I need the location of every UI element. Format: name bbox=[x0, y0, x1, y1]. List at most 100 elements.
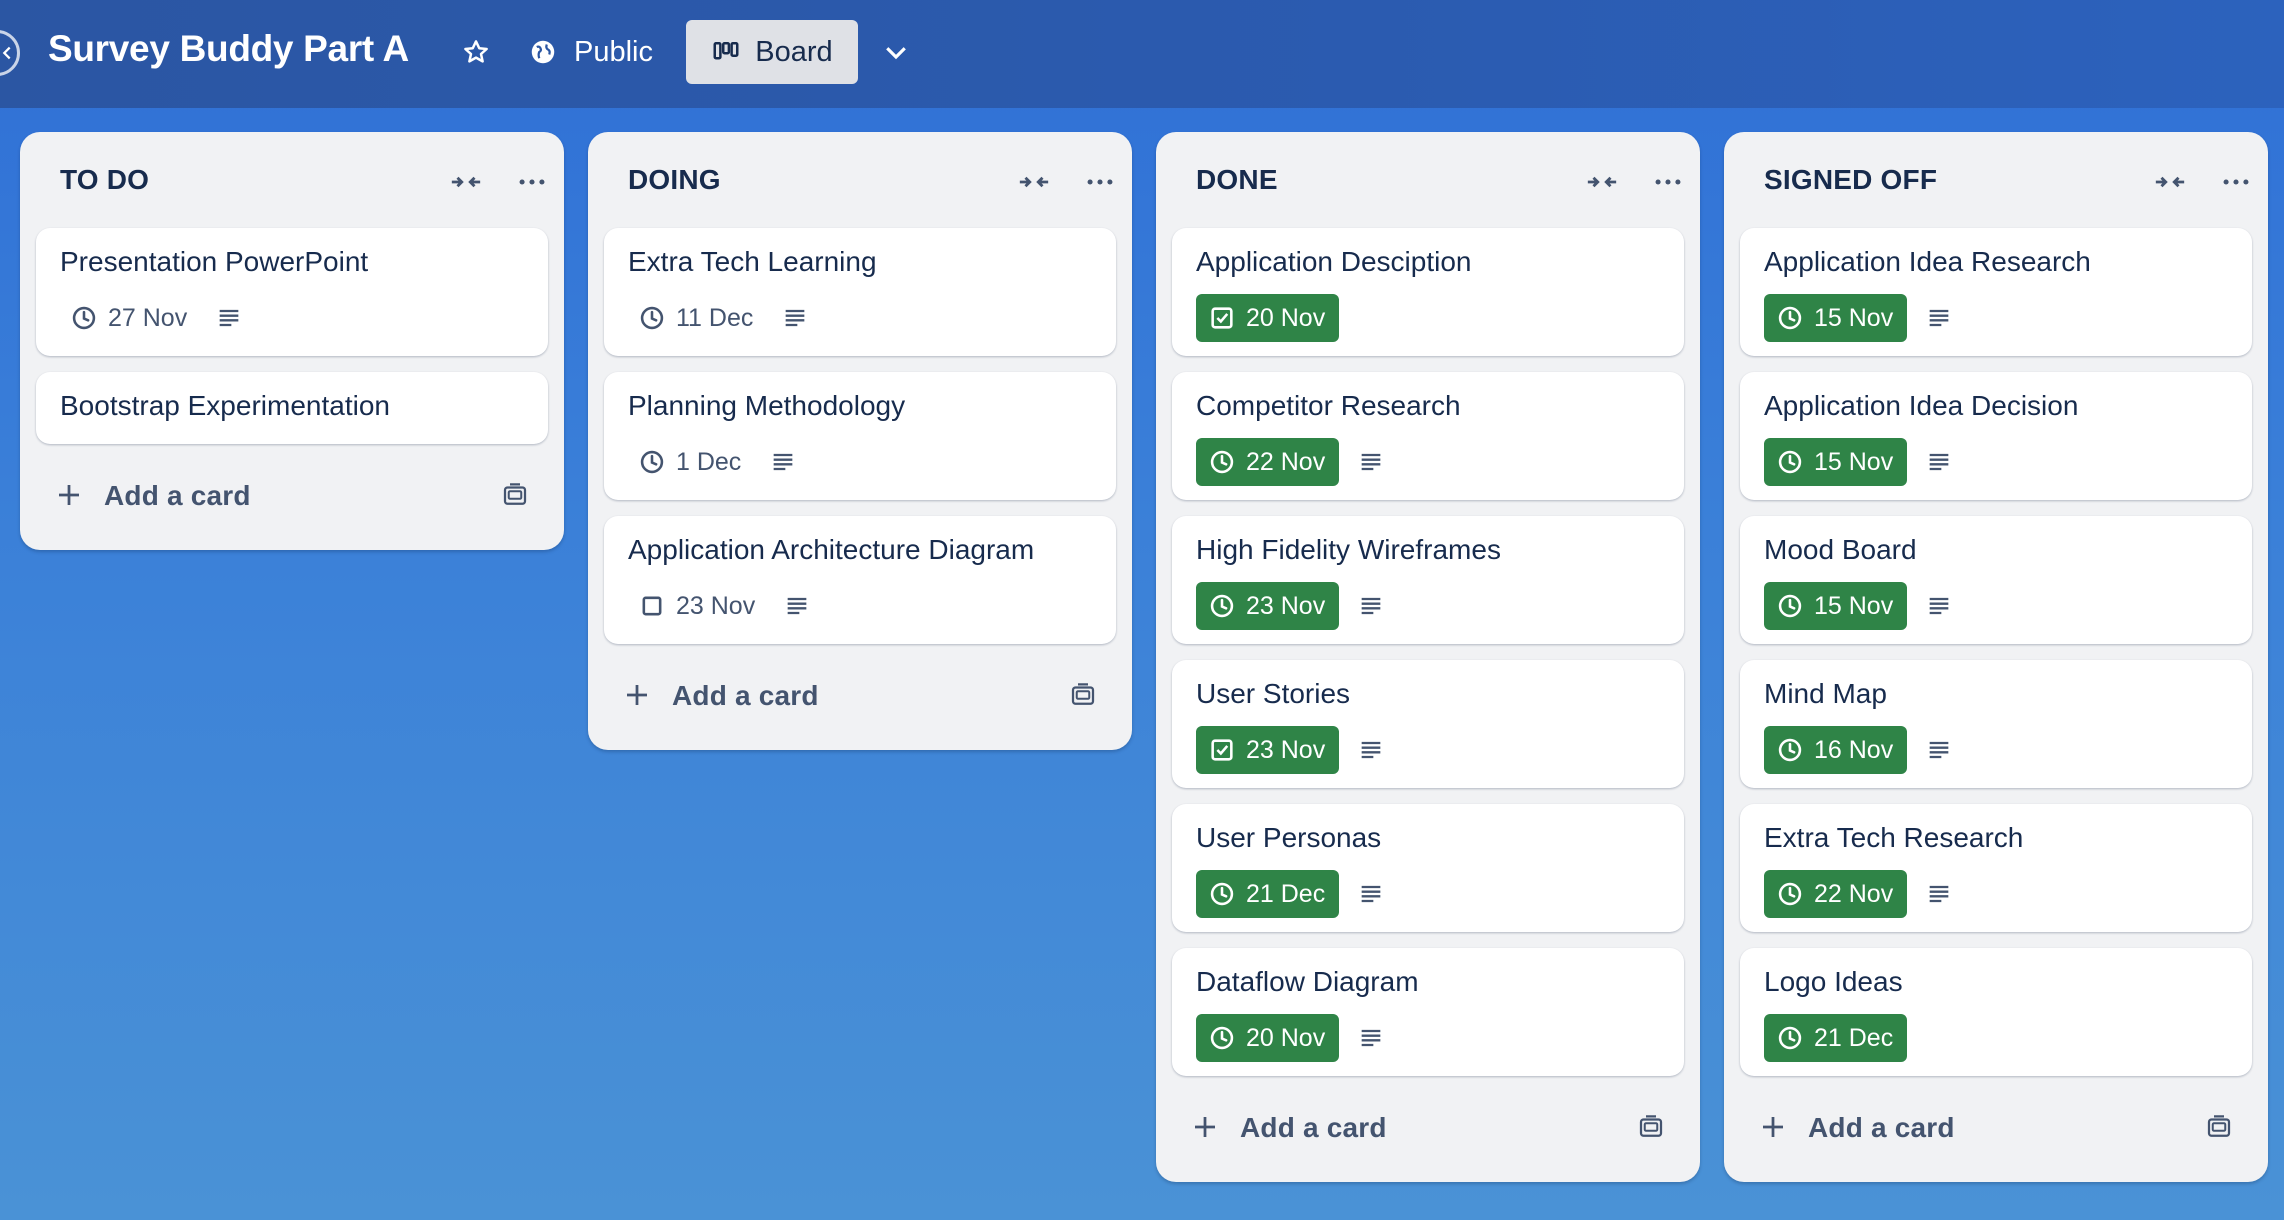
due-date-badge[interactable]: 23 Nov bbox=[1196, 582, 1340, 630]
description-indicator bbox=[215, 304, 243, 332]
list-actions-button[interactable] bbox=[510, 160, 554, 204]
plus-icon bbox=[59, 485, 79, 505]
add-card-label: Add a card bbox=[1240, 1112, 1387, 1143]
card[interactable]: Bootstrap Experimentation bbox=[36, 372, 548, 444]
collapse-sidebar-button[interactable] bbox=[0, 30, 20, 76]
card[interactable]: User Personas 21 Dec bbox=[1172, 804, 1684, 932]
card[interactable]: Presentation PowerPoint 27 Nov bbox=[36, 228, 548, 356]
card[interactable]: Application Idea Research 15 Nov bbox=[1740, 228, 2252, 356]
card-badges: 20 Nov bbox=[1196, 1014, 1385, 1062]
plus-icon bbox=[1195, 1117, 1215, 1137]
card[interactable]: Logo Ideas 21 Dec bbox=[1740, 948, 2252, 1076]
description-indicator bbox=[1357, 592, 1385, 620]
due-date-badge[interactable]: 21 Dec bbox=[1764, 1014, 1908, 1062]
due-date-badge[interactable]: 15 Nov bbox=[1764, 294, 1908, 342]
collapse-list-button[interactable] bbox=[1012, 160, 1056, 204]
card-title: User Stories bbox=[1196, 678, 1351, 709]
create-from-template-icon[interactable] bbox=[2204, 1112, 2234, 1142]
card[interactable]: User Stories 23 Nov bbox=[1172, 660, 1684, 788]
list-title[interactable]: TO DO bbox=[60, 164, 149, 196]
clock-icon bbox=[1778, 1026, 1802, 1050]
card[interactable]: Application Desciption 20 Nov bbox=[1172, 228, 1684, 356]
list-doing: DOING Extra Tech Learning 11 Dec Plannin… bbox=[588, 132, 1132, 750]
board-view-icon bbox=[713, 42, 739, 60]
card[interactable]: Mood Board 15 Nov bbox=[1740, 516, 2252, 644]
card-title: High Fidelity Wireframes bbox=[1196, 534, 1501, 565]
list-title[interactable]: DOING bbox=[628, 164, 721, 196]
due-date-badge[interactable]: 20 Nov bbox=[1196, 1014, 1340, 1062]
card-badges: 15 Nov bbox=[1764, 294, 1953, 342]
board-title[interactable]: Survey Buddy Part A bbox=[48, 28, 409, 70]
list-header: DOING bbox=[588, 132, 1132, 228]
list-to-do: TO DO Presentation PowerPoint 27 Nov Boo… bbox=[20, 132, 564, 550]
card-badges: 21 Dec bbox=[1764, 1014, 1908, 1062]
card-title: Application Idea Research bbox=[1764, 246, 2091, 277]
collapse-arrows-icon bbox=[451, 176, 481, 188]
checkbox-empty-icon bbox=[642, 596, 662, 616]
due-date-text: 21 Dec bbox=[1814, 1023, 1894, 1052]
due-date-badge[interactable]: 27 Nov bbox=[60, 294, 197, 342]
card-badges: 16 Nov bbox=[1764, 726, 1953, 774]
due-date-badge[interactable]: 22 Nov bbox=[1764, 870, 1908, 918]
visibility-button[interactable]: Public bbox=[514, 20, 667, 84]
description-indicator bbox=[1925, 304, 1953, 332]
globe-icon bbox=[531, 40, 555, 64]
add-card-button[interactable]: Add a card bbox=[1156, 1088, 1700, 1172]
list-title[interactable]: DONE bbox=[1196, 164, 1278, 196]
due-date-text: 20 Nov bbox=[1246, 303, 1326, 332]
list-actions-button[interactable] bbox=[2214, 160, 2258, 204]
card[interactable]: Extra Tech Learning 11 Dec bbox=[604, 228, 1116, 356]
collapse-list-button[interactable] bbox=[1580, 160, 1624, 204]
due-date-badge[interactable]: 22 Nov bbox=[1196, 438, 1340, 486]
create-from-template-icon[interactable] bbox=[1068, 680, 1098, 710]
view-switcher-button[interactable] bbox=[864, 20, 928, 84]
card-title: Application Desciption bbox=[1196, 246, 1472, 277]
list-actions-button[interactable] bbox=[1646, 160, 1690, 204]
card[interactable]: Dataflow Diagram 20 Nov bbox=[1172, 948, 1684, 1076]
plus-icon bbox=[627, 685, 647, 705]
due-date-badge[interactable]: 21 Dec bbox=[1196, 870, 1340, 918]
card[interactable]: Extra Tech Research 22 Nov bbox=[1740, 804, 2252, 932]
card[interactable]: Mind Map 16 Nov bbox=[1740, 660, 2252, 788]
description-icon bbox=[787, 597, 807, 615]
collapse-list-button[interactable] bbox=[444, 160, 488, 204]
card[interactable]: High Fidelity Wireframes 23 Nov bbox=[1172, 516, 1684, 644]
add-card-button[interactable]: Add a card bbox=[20, 456, 564, 540]
board-view-button[interactable]: Board bbox=[686, 20, 858, 84]
due-date-badge[interactable]: 15 Nov bbox=[1764, 582, 1908, 630]
clock-icon bbox=[72, 306, 96, 330]
due-date-badge[interactable]: 16 Nov bbox=[1764, 726, 1908, 774]
due-date-text: 11 Dec bbox=[676, 303, 754, 332]
card[interactable]: Application Idea Decision 15 Nov bbox=[1740, 372, 2252, 500]
star-board-button[interactable] bbox=[444, 20, 508, 84]
card-title: User Personas bbox=[1196, 822, 1382, 853]
create-from-template-icon[interactable] bbox=[500, 480, 530, 510]
list-title[interactable]: SIGNED OFF bbox=[1764, 164, 1937, 196]
card[interactable]: Planning Methodology 1 Dec bbox=[604, 372, 1116, 500]
due-date-text: 22 Nov bbox=[1814, 879, 1894, 908]
clock-icon bbox=[1778, 738, 1802, 762]
collapse-arrows-icon bbox=[1019, 176, 1049, 188]
due-date-badge[interactable]: 1 Dec bbox=[628, 438, 751, 486]
add-card-button[interactable]: Add a card bbox=[1724, 1088, 2268, 1172]
due-date-badge[interactable]: 23 Nov bbox=[628, 582, 765, 630]
card[interactable]: Application Architecture Diagram 23 Nov bbox=[604, 516, 1116, 644]
description-icon bbox=[1929, 741, 1949, 759]
list-actions-button[interactable] bbox=[1078, 160, 1122, 204]
due-date-badge[interactable]: 20 Nov bbox=[1196, 294, 1340, 342]
card[interactable]: Competitor Research 22 Nov bbox=[1172, 372, 1684, 500]
create-from-template-icon[interactable] bbox=[1636, 1112, 1666, 1142]
due-date-badge[interactable]: 11 Dec bbox=[628, 294, 763, 342]
due-date-text: 16 Nov bbox=[1814, 735, 1894, 764]
card-list: Presentation PowerPoint 27 Nov Bootstrap… bbox=[20, 228, 564, 444]
clock-icon bbox=[1778, 594, 1802, 618]
description-icon bbox=[1929, 597, 1949, 615]
due-date-text: 23 Nov bbox=[1246, 735, 1326, 764]
description-icon bbox=[1361, 597, 1381, 615]
add-card-button[interactable]: Add a card bbox=[588, 656, 1132, 740]
collapse-list-button[interactable] bbox=[2148, 160, 2192, 204]
description-indicator bbox=[1357, 736, 1385, 764]
description-icon bbox=[219, 309, 239, 327]
due-date-badge[interactable]: 23 Nov bbox=[1196, 726, 1340, 774]
due-date-badge[interactable]: 15 Nov bbox=[1764, 438, 1908, 486]
